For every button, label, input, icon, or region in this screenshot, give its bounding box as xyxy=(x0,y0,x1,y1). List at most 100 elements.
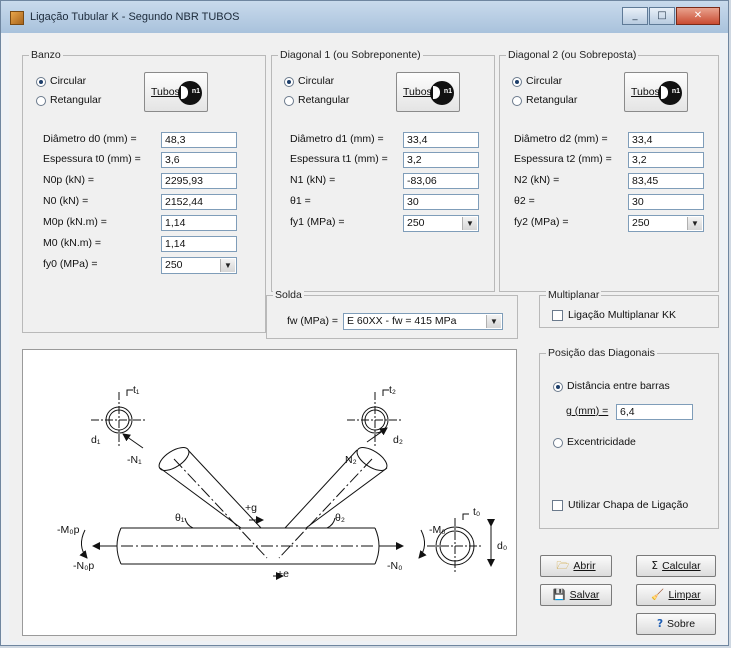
diagonal1-fy1-select[interactable]: 250 ▼ xyxy=(403,215,479,232)
diagonal1-theta1-input[interactable]: 30 xyxy=(403,194,479,210)
close-button[interactable]: ✕ xyxy=(676,7,720,25)
dropdown-arrow-icon[interactable]: ▼ xyxy=(687,217,702,230)
folder-open-icon: 🗁 xyxy=(556,560,570,572)
sobre-label: Sobre xyxy=(667,618,696,630)
banzo-tubos-label: Tubos xyxy=(151,86,180,98)
diagonal1-retangular-label[interactable]: Retangular xyxy=(298,94,349,106)
help-icon: ? xyxy=(656,618,664,630)
solda-fw-value: E 60XX - fw = 415 MPa xyxy=(347,315,457,327)
banzo-n0-input[interactable]: 2152,44 xyxy=(161,194,237,210)
chapa-checkbox[interactable] xyxy=(552,500,563,511)
banzo-label-t0: Espessura t0 (mm) = xyxy=(43,153,141,165)
label-m0: -M₀ xyxy=(429,524,446,536)
diagonal2-label-fy2: fy2 (MPa) = xyxy=(514,216,569,228)
diagonal2-label-theta2: θ2 = xyxy=(514,195,535,207)
diagonal2-group: Diagonal 2 (ou Sobreposta) Circular Reta… xyxy=(499,49,719,292)
banzo-group: Banzo Circular Retangular Tubos n1 Diâme… xyxy=(22,49,266,333)
window-title: Ligação Tubular K - Segundo NBR TUBOS xyxy=(30,11,240,23)
banzo-fy0-select[interactable]: 250 ▼ xyxy=(161,257,237,274)
banzo-label-m0: M0 (kN.m) = xyxy=(43,237,102,249)
salvar-button[interactable]: 💾 Salvar xyxy=(540,584,612,606)
multiplanar-checkbox-label[interactable]: Ligação Multiplanar KK xyxy=(568,309,676,321)
label-e: +e xyxy=(277,568,289,580)
maximize-button[interactable]: □ xyxy=(649,7,675,25)
multiplanar-checkbox[interactable] xyxy=(552,310,563,321)
diagonal1-n1-input[interactable]: -83,06 xyxy=(403,173,479,189)
minimize-button[interactable]: _ xyxy=(622,7,648,25)
distancia-label[interactable]: Distância entre barras xyxy=(567,380,670,392)
solda-fw-select[interactable]: E 60XX - fw = 415 MPa ▼ xyxy=(343,313,503,330)
g-input[interactable]: 6,4 xyxy=(616,404,693,420)
diagonal1-retangular-radio[interactable] xyxy=(284,96,294,106)
abrir-label: Abrir xyxy=(573,560,596,572)
dropdown-arrow-icon[interactable]: ▼ xyxy=(220,259,235,272)
diagonal2-circular-label[interactable]: Circular xyxy=(526,75,562,87)
distancia-radio[interactable] xyxy=(553,382,563,392)
dropdown-arrow-icon[interactable]: ▼ xyxy=(486,315,501,328)
diagonal1-circular-label[interactable]: Circular xyxy=(298,75,334,87)
diagonal2-circular-radio[interactable] xyxy=(512,77,522,87)
banzo-label-n0p: N0p (kN) = xyxy=(43,174,95,186)
diagonal1-t1-input[interactable]: 3,2 xyxy=(403,152,479,168)
diagonal1-label-n1: N1 (kN) = xyxy=(290,174,336,186)
sigma-icon: Σ xyxy=(651,560,659,572)
calcular-button[interactable]: Σ Calcular xyxy=(636,555,716,577)
floppy-disk-icon: 💾 xyxy=(552,589,566,601)
label-t1: t₁ xyxy=(133,384,140,396)
diagonal2-theta2-input[interactable]: 30 xyxy=(628,194,704,210)
calcular-label: Calcular xyxy=(662,560,701,572)
multiplanar-group: Multiplanar Ligação Multiplanar KK xyxy=(539,289,719,328)
banzo-m0-input[interactable]: 1,14 xyxy=(161,236,237,252)
banzo-t0-input[interactable]: 3,6 xyxy=(161,152,237,168)
tube-section-icon: n1 xyxy=(658,81,682,105)
banzo-retangular-radio[interactable] xyxy=(36,96,46,106)
banzo-label-m0p: M0p (kN.m) = xyxy=(43,216,107,228)
dropdown-arrow-icon[interactable]: ▼ xyxy=(462,217,477,230)
banzo-circular-label[interactable]: Circular xyxy=(50,75,86,87)
diagonal1-tubos-button[interactable]: Tubos n1 xyxy=(396,72,460,112)
brace-1-tube xyxy=(158,447,268,559)
sobre-button[interactable]: ? Sobre xyxy=(636,613,716,635)
diagonal2-d2-input[interactable]: 33,4 xyxy=(628,132,704,148)
label-d1: d₁ xyxy=(91,434,101,446)
banzo-fy0-value: 250 xyxy=(165,259,183,271)
diagonal1-fy1-value: 250 xyxy=(407,217,425,229)
diagonal1-circular-radio[interactable] xyxy=(284,77,294,87)
diagonal2-t2-input[interactable]: 3,2 xyxy=(628,152,704,168)
joint-diagram: t₁ d₁ -N₁ t₂ d₂ N₂ θ₁ θ₂ +g +e -M₀p -N₀p… xyxy=(22,349,517,636)
k-joint-drawing xyxy=(79,389,495,580)
banzo-m0p-input[interactable]: 1,14 xyxy=(161,215,237,231)
diagonal1-label-theta1: θ1 = xyxy=(290,195,311,207)
title-bar[interactable]: Ligação Tubular K - Segundo NBR TUBOS _ … xyxy=(1,1,728,33)
tube-section-icon: n1 xyxy=(430,81,454,105)
main-window: Ligação Tubular K - Segundo NBR TUBOS _ … xyxy=(0,0,729,646)
diagonal1-d1-input[interactable]: 33,4 xyxy=(403,132,479,148)
abrir-button[interactable]: 🗁 Abrir xyxy=(540,555,612,577)
chapa-checkbox-label[interactable]: Utilizar Chapa de Ligação xyxy=(568,499,688,511)
diagonal2-label-t2: Espessura t2 (mm) = xyxy=(514,153,612,165)
diagonal2-fy2-select[interactable]: 250 ▼ xyxy=(628,215,704,232)
diagonal2-n2-input[interactable]: 83,45 xyxy=(628,173,704,189)
banzo-retangular-label[interactable]: Retangular xyxy=(50,94,101,106)
label-n0: -N₀ xyxy=(387,560,403,572)
label-t2: t₂ xyxy=(389,384,396,396)
diagonal1-tubos-label: Tubos xyxy=(403,86,432,98)
diagonal2-retangular-label[interactable]: Retangular xyxy=(526,94,577,106)
excentricidade-label[interactable]: Excentricidade xyxy=(567,436,636,448)
excentricidade-radio[interactable] xyxy=(553,438,563,448)
label-m0p: -M₀p xyxy=(57,524,80,536)
diagonal1-label-t1: Espessura t1 (mm) = xyxy=(290,153,388,165)
solda-label: fw (MPa) = xyxy=(287,315,339,327)
label-t0: t₀ xyxy=(473,506,481,518)
banzo-d0-input[interactable]: 48,3 xyxy=(161,132,237,148)
app-icon xyxy=(10,11,24,25)
diagonal2-tubos-button[interactable]: Tubos n1 xyxy=(624,72,688,112)
banzo-n0p-input[interactable]: 2295,93 xyxy=(161,173,237,189)
banzo-circular-radio[interactable] xyxy=(36,77,46,87)
diagonal2-retangular-radio[interactable] xyxy=(512,96,522,106)
limpar-button[interactable]: 🧹 Limpar xyxy=(636,584,716,606)
label-g: +g xyxy=(245,502,257,514)
diagonal1-title: Diagonal 1 (ou Sobreponente) xyxy=(278,49,423,61)
banzo-tubos-button[interactable]: Tubos n1 xyxy=(144,72,208,112)
label-theta1: θ₁ xyxy=(175,512,185,524)
